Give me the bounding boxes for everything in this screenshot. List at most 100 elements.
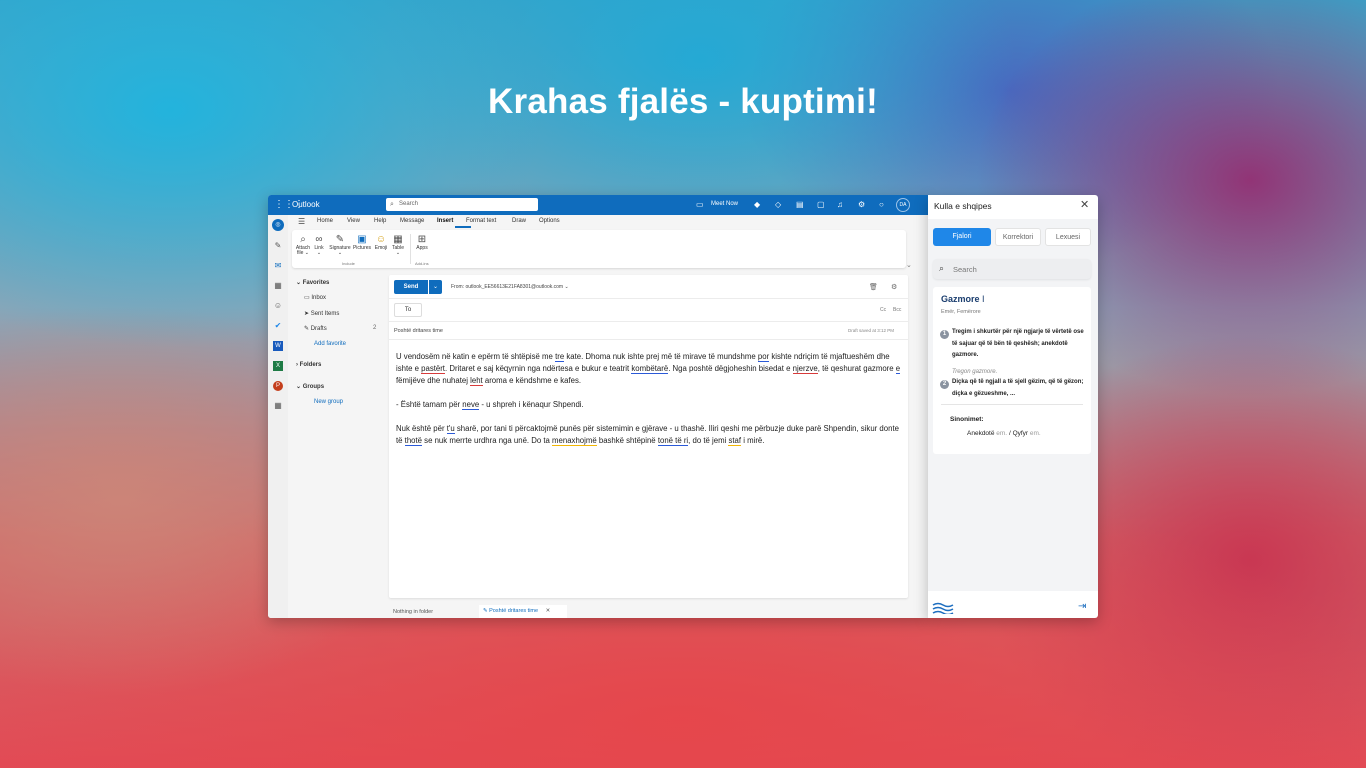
send-options-chevron-icon[interactable]: ⌄ bbox=[429, 280, 442, 294]
meet-now-button[interactable]: Meet Now bbox=[711, 201, 738, 207]
synonym-1[interactable]: Anekdotë bbox=[967, 430, 994, 437]
tab-lexuesi[interactable]: Lexuesi bbox=[1045, 228, 1091, 246]
excel-icon[interactable]: X bbox=[273, 361, 283, 371]
word-icon[interactable]: W bbox=[273, 341, 283, 351]
group-include-label: Include bbox=[342, 261, 355, 266]
synonyms-label: Sinonimet: bbox=[950, 416, 984, 423]
addin-pane: Kulla e shqipes ✕ Fjalori Korrektori Lex… bbox=[928, 195, 1098, 618]
premium-icon[interactable]: ◇ bbox=[775, 200, 781, 209]
from-field[interactable]: From: outlook_EE56613E21FA8301@outlook.c… bbox=[451, 284, 569, 290]
sense-example: Tregon gazmore. bbox=[952, 369, 998, 375]
folder-inbox[interactable]: ▭ Inbox bbox=[304, 294, 326, 301]
avatar[interactable]: DA bbox=[896, 198, 910, 212]
tab-view[interactable]: View bbox=[347, 218, 360, 224]
apps-button[interactable]: ⊞ Apps bbox=[414, 233, 430, 251]
signature-button[interactable]: ✎ Signature ⌄ bbox=[328, 233, 352, 256]
hamburger-icon[interactable]: ☰ bbox=[298, 217, 305, 226]
attach-file-button[interactable]: ⌕ Attach file ⌄ bbox=[294, 233, 312, 256]
new-group-link[interactable]: New group bbox=[314, 399, 343, 405]
emoji-button[interactable]: ☺ Emoji bbox=[373, 233, 389, 251]
synonym-2[interactable]: Qyfyr bbox=[1013, 430, 1029, 437]
tab-draw[interactable]: Draw bbox=[512, 218, 526, 224]
compose-icon[interactable]: ✎ bbox=[273, 241, 283, 251]
dictionary-search-placeholder: Search bbox=[953, 265, 977, 274]
sense-number-2: 2 bbox=[940, 380, 949, 389]
to-button[interactable]: To bbox=[394, 303, 422, 317]
sense-number-1: 1 bbox=[940, 330, 949, 339]
ribbon-collapse-icon[interactable]: ⌄ bbox=[906, 261, 912, 269]
groups-header[interactable]: ⌄ Groups bbox=[296, 383, 324, 390]
divider bbox=[389, 298, 908, 299]
account-icon[interactable]: ◎ bbox=[272, 219, 284, 231]
tab-message[interactable]: Message bbox=[400, 218, 424, 224]
lightbulb-icon[interactable]: ○ bbox=[879, 200, 884, 209]
search-placeholder: Search bbox=[399, 201, 419, 207]
tab-format-text[interactable]: Format text bbox=[466, 218, 496, 224]
tab-home[interactable]: Home bbox=[317, 218, 333, 224]
folders-header[interactable]: › Folders bbox=[296, 362, 321, 368]
headword-text: Gazmore bbox=[941, 294, 980, 304]
body-paragraph: Nuk është për t'u sharë, por tani ti për… bbox=[396, 424, 899, 446]
pencil-icon: ✎ bbox=[483, 608, 488, 614]
folder-drafts[interactable]: ✎ Drafts bbox=[304, 325, 327, 332]
kulla-logo-icon bbox=[932, 602, 954, 614]
send-button[interactable]: Send bbox=[394, 280, 428, 294]
bell-icon[interactable]: ♫ bbox=[837, 200, 843, 209]
bcc-button[interactable]: Bcc bbox=[893, 307, 901, 313]
tab-korrektori[interactable]: Korrektori bbox=[995, 228, 1041, 246]
nothing-in-folder-text: Nothing in folder bbox=[393, 609, 434, 615]
people-icon[interactable]: ☺ bbox=[273, 301, 283, 311]
attach-file-label: Attach file bbox=[295, 245, 311, 256]
menu-tabs: ☰ Home View Help Message Insert Format t… bbox=[288, 215, 928, 228]
tab-help[interactable]: Help bbox=[374, 218, 386, 224]
video-icon[interactable]: ▭ bbox=[696, 200, 704, 209]
tab-insert[interactable]: Insert bbox=[437, 218, 453, 224]
draft-tab[interactable]: ✎ Poshtë dritares time ✕ bbox=[479, 605, 567, 618]
subject-field[interactable]: Poshtë dritares time bbox=[394, 328, 443, 334]
ribbon-separator bbox=[410, 234, 411, 264]
signature-label: Signature bbox=[329, 245, 351, 251]
drafts-count: 2 bbox=[373, 325, 377, 331]
mail-icon[interactable]: ✉ bbox=[273, 261, 283, 271]
todo-check-icon[interactable]: ✔ bbox=[273, 321, 283, 331]
powerpoint-icon[interactable]: P bbox=[273, 381, 283, 391]
more-options-icon[interactable]: ⚙ bbox=[891, 283, 897, 291]
folders-label: Folders bbox=[299, 362, 322, 368]
folder-sent-items[interactable]: ➤ Sent Items bbox=[304, 310, 339, 317]
close-icon[interactable]: ✕ bbox=[1080, 199, 1089, 211]
teams-icon[interactable]: ◆ bbox=[754, 200, 760, 209]
search-icon: ⌕ bbox=[939, 263, 945, 273]
drafts-label: Drafts bbox=[310, 326, 327, 332]
pictures-label: Pictures bbox=[352, 245, 372, 251]
divider bbox=[389, 339, 908, 340]
sign-out-icon[interactable]: ⇥ bbox=[1078, 601, 1086, 613]
compose-pane: Send ⌄ From: outlook_EE56613E21FA8301@ou… bbox=[389, 275, 908, 598]
link-button[interactable]: ∞ Link ⌄ bbox=[312, 233, 326, 256]
gear-icon[interactable]: ⚙ bbox=[858, 200, 865, 209]
chat-icon[interactable]: ▢ bbox=[817, 200, 825, 209]
dictionary-entry-card: Gazmore I Emër, Femërore 1 Tregim i shku… bbox=[933, 287, 1091, 454]
tab-fjalori[interactable]: Fjalori bbox=[933, 228, 991, 246]
draft-tab-label: Poshtë dritares time bbox=[489, 608, 539, 614]
outlook-window: ⋮⋮⋮ Outlook ⌕ Search ▭ Meet Now ◆ ◇ ▤ ▢ … bbox=[268, 195, 928, 618]
dictionary-search-input[interactable]: ⌕ Search bbox=[933, 259, 1091, 279]
search-input[interactable]: ⌕ Search bbox=[386, 198, 538, 211]
cc-button[interactable]: Cc bbox=[880, 307, 886, 313]
trash-icon[interactable]: 🗑 bbox=[869, 283, 878, 291]
tab-options[interactable]: Options bbox=[539, 218, 560, 224]
message-body[interactable]: U vendosëm në katin e epërm të shtëpisë … bbox=[396, 351, 902, 459]
favorites-header[interactable]: ⌄ Favorites bbox=[296, 279, 329, 286]
synonym-1-pos: em. bbox=[996, 430, 1008, 437]
add-favorite-link[interactable]: Add favorite bbox=[314, 341, 346, 347]
more-apps-icon[interactable]: ▦ bbox=[273, 401, 283, 411]
from-label: From: outlook_EE56613E21FA8301@outlook.c… bbox=[451, 284, 564, 290]
table-button[interactable]: ▦ Table ⌄ bbox=[390, 233, 406, 256]
calendar-icon[interactable]: ▦ bbox=[273, 281, 283, 291]
todo-icon[interactable]: ▤ bbox=[796, 200, 804, 209]
close-draft-icon[interactable]: ✕ bbox=[546, 608, 551, 614]
synonym-separator: / bbox=[1008, 430, 1011, 437]
groups-label: Groups bbox=[302, 384, 325, 390]
pictures-button[interactable]: ▣ Pictures bbox=[352, 233, 372, 251]
synonyms-list: Anekdotë em. / Qyfyr em. bbox=[967, 430, 1041, 437]
divider bbox=[389, 321, 908, 322]
